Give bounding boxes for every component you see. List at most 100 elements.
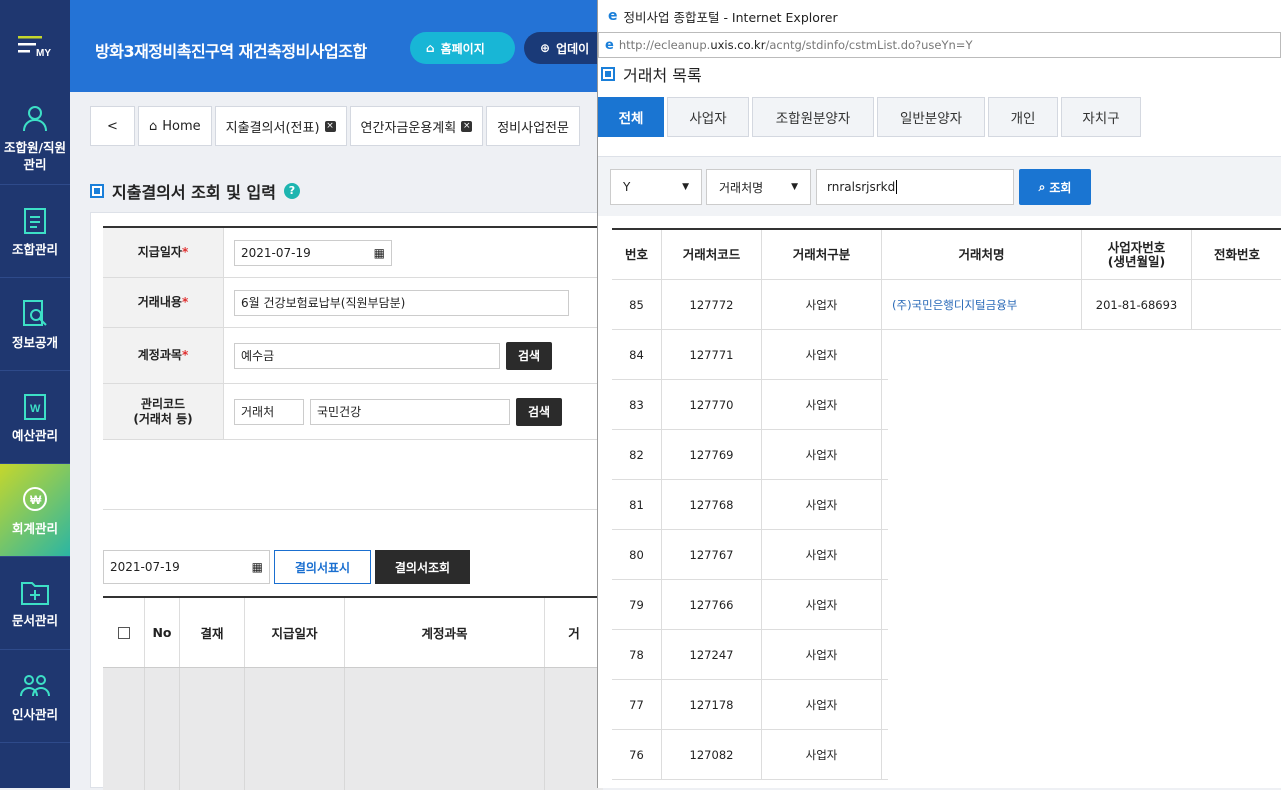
sidebar-item-budget[interactable]: W 예산관리	[0, 371, 70, 464]
tab-project-specialist[interactable]: 정비사업전문	[486, 106, 580, 146]
home-icon: ⌂	[426, 41, 435, 55]
voucher-form: 지급일자 * 2021-07-19 ▦ 거래내용 * 6월 건강보험료납부(직원부담분…	[103, 226, 603, 440]
calendar-icon[interactable]: ▦	[252, 560, 263, 574]
tab-general-buyer[interactable]: 일반분양자	[877, 97, 985, 137]
table-row[interactable]: 80 127767 사업자	[612, 530, 888, 580]
sidebar-item-accounting[interactable]: ₩ 회계관리	[0, 464, 70, 557]
account-input[interactable]: 예수금	[234, 342, 500, 369]
account-search-button[interactable]: 검색	[506, 341, 552, 370]
content-input[interactable]: 6월 건강보험료납부(직원부담분)	[234, 289, 569, 316]
folder-add-icon	[21, 581, 49, 605]
customer-name-link[interactable]: (주)국민은행디지털금융부	[882, 280, 1082, 329]
ie-icon: e	[605, 37, 614, 53]
table-row[interactable]: 81 127768 사업자	[612, 480, 888, 530]
sidebar-item-disclosure[interactable]: 정보공개	[0, 278, 70, 371]
sidebar: MY 조합원/직원 관리 조합관리 정보공개 W 예산관리 ₩ 회계관리 문서관…	[0, 0, 70, 788]
grid-header-cell: 거	[568, 626, 580, 641]
grid-header-cell: 결재	[180, 598, 245, 667]
sidebar-item-label: 예산관리	[11, 427, 58, 443]
query-date-input[interactable]: 2021-07-19 ▦	[103, 550, 270, 584]
close-icon[interactable]: ×	[461, 120, 473, 132]
table-cell: 사업자	[762, 580, 882, 629]
calendar-icon[interactable]: ▦	[374, 246, 385, 260]
table-cell: 201-81-68693	[1082, 280, 1192, 329]
table-cell: 사업자	[762, 630, 882, 679]
grid-body	[103, 668, 603, 790]
use-yn-select[interactable]: Y ▼	[610, 169, 702, 205]
sidebar-item-members[interactable]: 조합원/직원 관리	[0, 92, 70, 185]
show-voucher-button[interactable]: 결의서표시	[274, 550, 371, 584]
home-icon: ⌂	[149, 118, 158, 134]
customer-list-popup: e 정비사업 종합포털 - Internet Explorer e http:/…	[597, 0, 1281, 788]
accounting-icon: ₩	[23, 486, 47, 511]
tab-all[interactable]: 전체	[598, 97, 664, 137]
table-cell: 127247	[662, 630, 762, 679]
query-voucher-button[interactable]: 결의서조회	[375, 550, 470, 584]
table-row[interactable]: 85 127772 사업자 (주)국민은행디지털금융부 201-81-68693	[612, 280, 1281, 330]
popup-title-text: 거래처 목록	[623, 66, 702, 85]
table-cell: 81	[612, 480, 662, 529]
sidebar-item-label: 정보공개	[11, 334, 58, 350]
site-title: 방화3재정비촉진구역 재건축정비사업조합	[95, 42, 367, 61]
tab-individual[interactable]: 개인	[988, 97, 1058, 137]
page-title-text: 지출결의서 조회 및 입력	[112, 183, 276, 202]
table-row[interactable]: 83 127770 사업자	[612, 380, 888, 430]
form-row-content: 거래내용 * 6월 건강보험료납부(직원부담분)	[103, 278, 603, 328]
ie-icon: e	[608, 8, 618, 24]
select-all-checkbox[interactable]	[103, 598, 145, 667]
table-header: 번호 거래처코드 거래처구분 거래처명 사업자번호 (생년월일) 전화번호	[612, 230, 1281, 280]
table-cell: 사업자	[762, 430, 882, 479]
table-cell: 사업자	[762, 730, 882, 779]
tab-annual-fund-plan[interactable]: 연간자금운용계획 ×	[349, 106, 484, 146]
customer-table: 번호 거래처코드 거래처구분 거래처명 사업자번호 (생년월일) 전화번호 85…	[612, 228, 1281, 780]
menu-icon: MY	[18, 36, 51, 58]
tab-expense-voucher[interactable]: 지출결의서(전표) ×	[214, 106, 347, 146]
table-row[interactable]: 76 127082 사업자	[612, 730, 888, 780]
homepage-button[interactable]: ⌂ 홈페이지	[410, 32, 515, 64]
popup-title: 거래처 목록	[598, 62, 702, 86]
table-row[interactable]: 84 127771 사업자	[612, 330, 888, 380]
table-cell: 사업자	[762, 280, 882, 329]
table-row[interactable]: 79 127766 사업자	[612, 580, 888, 630]
col-header: 사업자번호 (생년월일)	[1082, 230, 1192, 279]
form-row-account: 계정과목 * 예수금 검색	[103, 328, 603, 384]
table-cell: 사업자	[762, 330, 882, 379]
form-label: 거래내용 *	[103, 278, 224, 327]
tab-label: 지출결의서(전표)	[225, 120, 320, 136]
sidebar-item-label: 조합원/직원 관리	[3, 140, 67, 172]
col-header: 거래처코드	[662, 230, 762, 279]
chevron-left-icon: <	[107, 118, 118, 134]
pay-date-input[interactable]: 2021-07-19 ▦	[234, 239, 392, 266]
sidebar-item-union[interactable]: 조합관리	[0, 185, 70, 278]
mgmt-value-input[interactable]: 국민건강	[310, 398, 510, 425]
address-bar[interactable]: e http://ecleanup.uxis.co.kr/acntg/stdin…	[598, 32, 1281, 58]
document-search-icon	[23, 299, 47, 326]
table-row[interactable]: 82 127769 사업자	[612, 430, 888, 480]
table-row[interactable]: 78 127247 사업자	[612, 630, 888, 680]
mgmt-search-button[interactable]: 검색	[516, 397, 562, 426]
search-field-select[interactable]: 거래처명 ▼	[706, 169, 811, 205]
sidebar-item-documents[interactable]: 문서관리	[0, 557, 70, 650]
search-button[interactable]: ⌕ 조회	[1019, 169, 1091, 205]
svg-text:W: W	[30, 403, 41, 415]
tab-home[interactable]: ⌂ Home	[138, 106, 212, 146]
my-menu-button[interactable]: MY	[0, 0, 70, 92]
svg-text:MY: MY	[36, 48, 51, 58]
tab-business[interactable]: 사업자	[667, 97, 749, 137]
tab-back-button[interactable]: <	[90, 106, 135, 146]
tab-label: Home	[162, 118, 201, 134]
tab-district[interactable]: 자치구	[1061, 97, 1141, 137]
sidebar-item-hr[interactable]: 인사관리	[0, 650, 70, 743]
table-cell	[1192, 280, 1281, 329]
help-icon[interactable]: ?	[283, 183, 300, 199]
tab-member-buyer[interactable]: 조합원분양자	[752, 97, 874, 137]
search-input[interactable]: rnralsrjsrkd	[816, 169, 1014, 205]
title-square-icon	[601, 67, 615, 81]
title-square-icon	[90, 184, 104, 198]
mgmt-type-input[interactable]: 거래처	[234, 398, 304, 425]
table-cell: 77	[612, 680, 662, 729]
table-row[interactable]: 77 127178 사업자	[612, 680, 888, 730]
grid-header-cell: 계정과목	[345, 598, 545, 667]
popup-tabs: 전체 사업자 조합원분양자 일반분양자 개인 자치구	[598, 97, 1141, 137]
close-icon[interactable]: ×	[324, 120, 336, 132]
